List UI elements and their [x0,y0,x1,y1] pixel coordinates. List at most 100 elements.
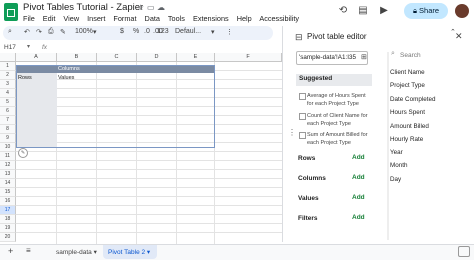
field-list-scrollbar[interactable] [387,52,389,240]
menu-extensions[interactable]: Extensions [193,14,229,23]
font-select[interactable]: Defaul... [175,28,201,35]
number-format-button[interactable]: 123 [157,28,169,35]
drag-handle-icon[interactable]: ⋮ [288,128,296,137]
close-icon[interactable]: ✕ [455,31,463,42]
grid-line [16,187,282,188]
decrease-decimal-button[interactable]: .0 [144,28,150,35]
menu-accessibility[interactable]: Accessibility [259,14,299,23]
redo-icon[interactable]: ↷ [36,28,42,36]
row-header[interactable]: 3 [0,80,16,89]
field-item[interactable]: Hours Spent [390,109,425,116]
row-header[interactable]: 19 [0,224,16,233]
suggestion-item[interactable]: Count of Client Name for each Project Ty… [307,112,372,128]
menu-view[interactable]: View [63,14,79,23]
meet-icon[interactable]: ▶ [378,5,390,17]
grid-line [16,160,282,161]
field-item[interactable]: Client Name [390,69,425,76]
menu-help[interactable]: Help [237,14,252,23]
menu-insert[interactable]: Insert [87,14,105,23]
suggested-label: Suggested [299,75,333,82]
row-header[interactable]: 2 [0,71,16,80]
column-header[interactable]: E [177,53,215,62]
field-item[interactable]: Day [390,176,401,183]
menu-data[interactable]: Data [145,14,160,23]
row-header[interactable]: 10 [0,143,16,152]
add-values-button[interactable]: Add [352,194,365,201]
field-item[interactable]: Year [390,149,403,156]
row-header[interactable]: 20 [0,233,16,242]
menu-format[interactable]: Format [113,14,136,23]
add-rows-button[interactable]: Add [352,154,365,161]
grid-line [16,205,282,206]
row-header[interactable]: 14 [0,179,16,188]
column-header[interactable]: C [97,53,137,62]
row-header[interactable]: 5 [0,98,16,107]
add-columns-button[interactable]: Add [352,174,365,181]
pivot-edit-icon[interactable]: ✎ [18,148,28,158]
currency-format-button[interactable]: $ [120,28,124,35]
add-filters-button[interactable]: Add [352,214,365,221]
history-icon[interactable]: ⟲ [337,5,349,17]
more-icon[interactable]: ⋮ [226,28,233,36]
row-header[interactable]: 16 [0,197,16,206]
field-search-input[interactable] [400,49,468,61]
star-icon[interactable]: ☆ [137,3,144,12]
column-header[interactable]: B [57,53,97,62]
grid-line [16,169,282,170]
row-header[interactable]: 11 [0,152,16,161]
sheet-tab-active[interactable]: Pivot Table 2 ▾ [108,248,150,256]
field-item[interactable]: Month [390,162,408,169]
explore-icon[interactable] [458,246,470,257]
cloud-icon[interactable]: ☁ [157,3,165,12]
menu-file[interactable]: File [23,14,35,23]
row-header[interactable]: 13 [0,170,16,179]
undo-icon[interactable]: ↶ [24,28,30,36]
search-menus-icon[interactable]: ⌕ [8,28,12,36]
row-header[interactable]: 18 [0,215,16,224]
name-box[interactable]: H17 [4,44,16,51]
comment-icon[interactable]: ▤ [357,5,369,17]
chevron-down-icon[interactable]: ▾ [147,249,150,256]
row-header[interactable]: 6 [0,107,16,116]
sheets-logo-icon[interactable] [4,3,18,21]
sheet-tab-sample-data[interactable]: sample-data ▾ [56,248,97,256]
suggestion-item[interactable]: Average of Hours Spent for each Project … [307,92,372,108]
field-item[interactable]: Hourly Rate [390,136,423,143]
menu-tools[interactable]: Tools [168,14,185,23]
select-all-corner[interactable] [0,53,16,62]
add-sheet-icon[interactable]: + [8,246,13,256]
percent-format-button[interactable]: % [133,28,139,35]
field-item[interactable]: Project Type [390,82,425,89]
chevron-down-icon[interactable]: ▾ [211,28,215,36]
sheet-tab-label: sample-data [56,249,92,256]
row-header-selected[interactable]: 17 [0,206,16,215]
chevron-down-icon[interactable]: ▾ [94,249,97,256]
all-sheets-icon[interactable]: ≡ [26,246,31,255]
column-header[interactable]: A [16,53,57,62]
field-item[interactable]: Amount Billed [390,123,429,130]
row-header[interactable]: 1 [0,62,16,71]
select-range-icon[interactable]: ⊞ [361,53,367,61]
row-header[interactable]: 12 [0,161,16,170]
row-header[interactable]: 8 [0,125,16,134]
row-header[interactable]: 15 [0,188,16,197]
chevron-down-icon[interactable]: ▾ [93,28,97,36]
document-title[interactable]: Pivot Tables Tutorial - Zapier [23,2,143,13]
column-header[interactable]: D [137,53,177,62]
column-header[interactable]: F [215,53,282,62]
pivot-table[interactable] [16,65,215,148]
row-header[interactable]: 9 [0,134,16,143]
row-header[interactable]: 4 [0,89,16,98]
print-icon[interactable]: ⎙ [48,28,54,36]
chevron-down-icon[interactable]: ▾ [27,43,30,50]
zoom-select[interactable]: 100% [75,28,93,35]
avatar[interactable] [455,4,469,18]
share-button[interactable]: 🔒︎ Share [404,3,448,19]
suggestion-item[interactable]: Sum of Amount Billed for each Project Ty… [307,131,372,147]
field-item[interactable]: Date Completed [390,96,436,103]
menu-edit[interactable]: Edit [43,14,56,23]
row-header[interactable]: 7 [0,116,16,125]
folder-icon[interactable]: ▭ [147,3,155,12]
paint-format-icon[interactable]: ✎ [60,28,66,36]
grid-line [16,178,282,179]
